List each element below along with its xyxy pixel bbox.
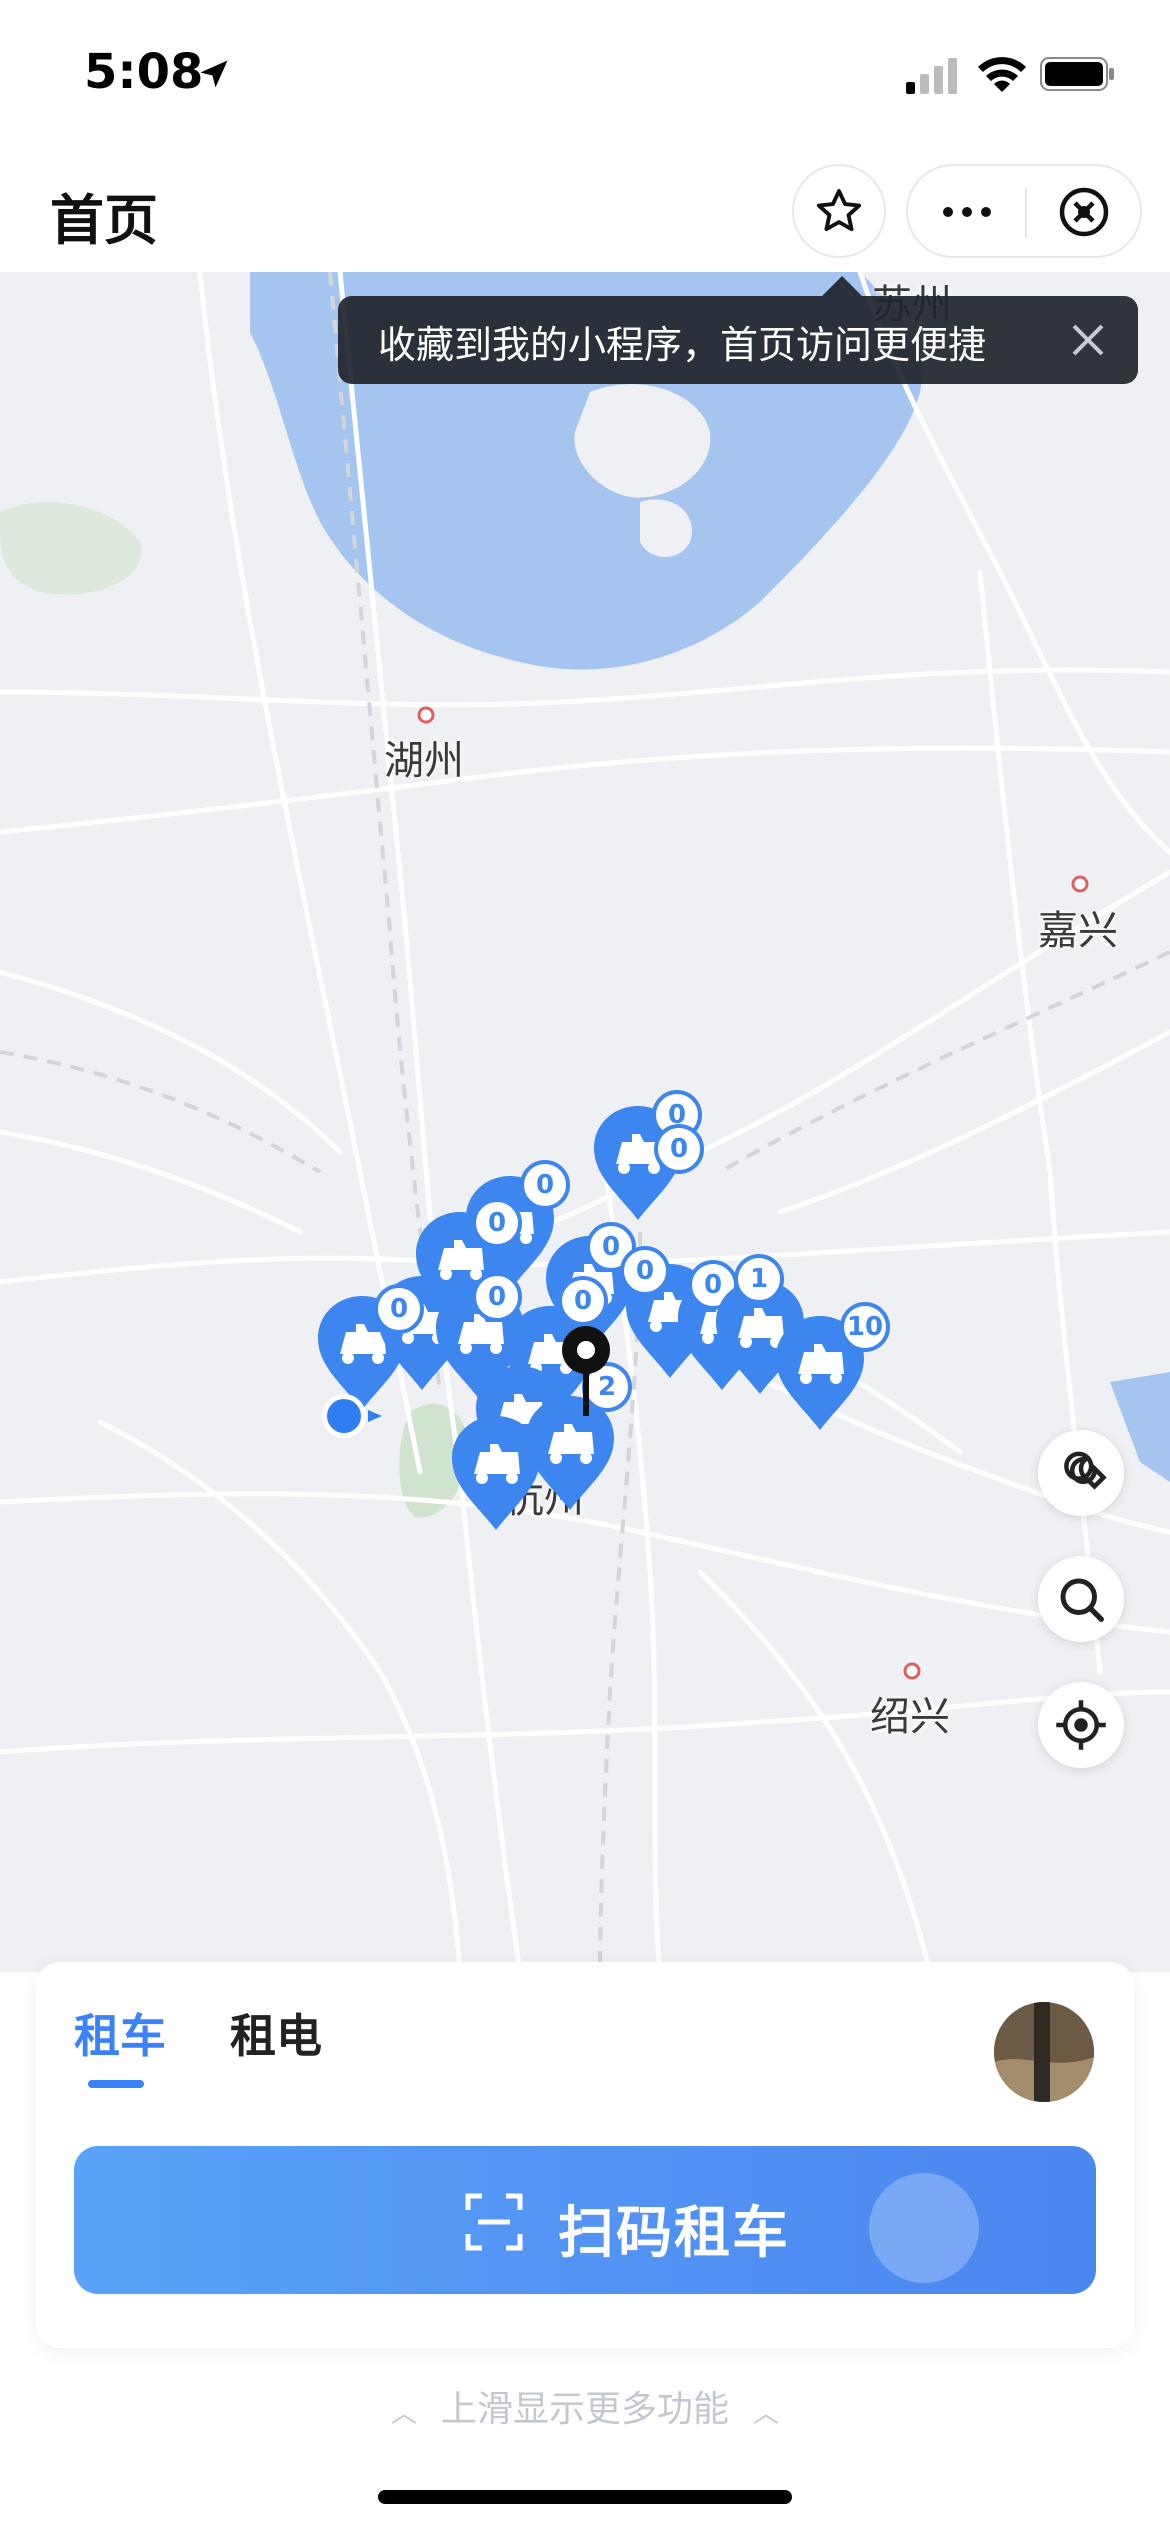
locate-button[interactable] (1038, 1682, 1124, 1768)
nav-bar: 首页 (0, 150, 1170, 272)
search-button[interactable] (1038, 1556, 1124, 1642)
wrench-icon (1064, 1451, 1107, 1490)
marker-count-badge: 1 (734, 1254, 784, 1304)
scan-to-rent-button[interactable]: 扫码租车 (74, 2146, 1096, 2294)
close-miniprogram-icon[interactable] (1054, 182, 1114, 242)
tab-rent-battery[interactable]: 租电 (230, 2000, 322, 2066)
city-label-shaoxing: 绍兴 (870, 1694, 950, 1740)
scan-icon (465, 2193, 523, 2251)
tab-rent-car[interactable]: 租车 (74, 2000, 166, 2066)
repair-button[interactable] (1038, 1430, 1124, 1516)
marker-count-badge: 0 (374, 1284, 424, 1334)
favorite-button[interactable] (792, 164, 886, 258)
wifi-icon (978, 57, 1026, 92)
screen: 5:08 首页 湖州 嘉兴 杭州 绍兴 0 0 0 0 0 0 0 1 0 0 … (0, 0, 1170, 2532)
user-location-icon (322, 1394, 382, 1438)
city-label-huzhou: 湖州 (384, 738, 464, 784)
tooltip-caret (822, 276, 862, 296)
map-view[interactable]: 苏州 湖州 嘉兴 杭州 绍兴 0 0 0 0 0 0 0 (0, 272, 1170, 1972)
city-label-jiaxing: 嘉兴 (1038, 908, 1118, 954)
crosshair-icon (1056, 1700, 1106, 1750)
hint-text: 上滑显示更多功能 (440, 2389, 729, 2430)
marker-count-badge: 0 (654, 1124, 704, 1174)
location-arrow-icon (200, 60, 228, 88)
tooltip-text: 收藏到我的小程序，首页访问更便捷 (378, 323, 987, 367)
home-indicator (378, 2490, 792, 2504)
battery-icon (1040, 57, 1114, 91)
page-title: 首页 (50, 189, 158, 252)
rental-card: 租车 租电 扫码租车 (36, 1962, 1134, 2348)
active-tab-indicator (88, 2080, 144, 2088)
vehicle-marker[interactable] (446, 1412, 546, 1532)
chevron-up-icon: ︿ (753, 2398, 780, 2429)
marker-count-badge: 0 (472, 1198, 522, 1248)
marker-count-badge: 0 (558, 1276, 608, 1326)
more-icon[interactable] (936, 184, 998, 240)
scooter-decoration-icon (869, 2173, 979, 2283)
chevron-up-icon: ︿ (390, 2398, 417, 2429)
marker-count-badge: 0 (520, 1160, 570, 1210)
signal-icon (906, 58, 957, 94)
tooltip-close-icon[interactable] (1066, 318, 1110, 362)
status-time: 5:08 (84, 44, 204, 100)
avatar-photo (994, 2002, 1094, 2102)
status-bar: 5:08 (0, 0, 1170, 150)
marker-count-badge: 10 (840, 1302, 890, 1352)
avatar[interactable] (994, 2002, 1094, 2102)
center-location-pin-icon (562, 1326, 610, 1416)
menu-capsule (906, 164, 1142, 258)
scan-button-label: 扫码租车 (558, 2201, 790, 2266)
marker-count-badge: 0 (620, 1246, 670, 1296)
star-icon (816, 189, 862, 232)
favorite-tooltip: 收藏到我的小程序，首页访问更便捷 (338, 276, 1138, 384)
search-icon (1060, 1578, 1104, 1622)
map-base (0, 272, 1170, 1972)
swipe-up-hint: ︿ 上滑显示更多功能 ︿ (0, 2380, 1170, 2432)
capsule-divider (1025, 188, 1027, 238)
